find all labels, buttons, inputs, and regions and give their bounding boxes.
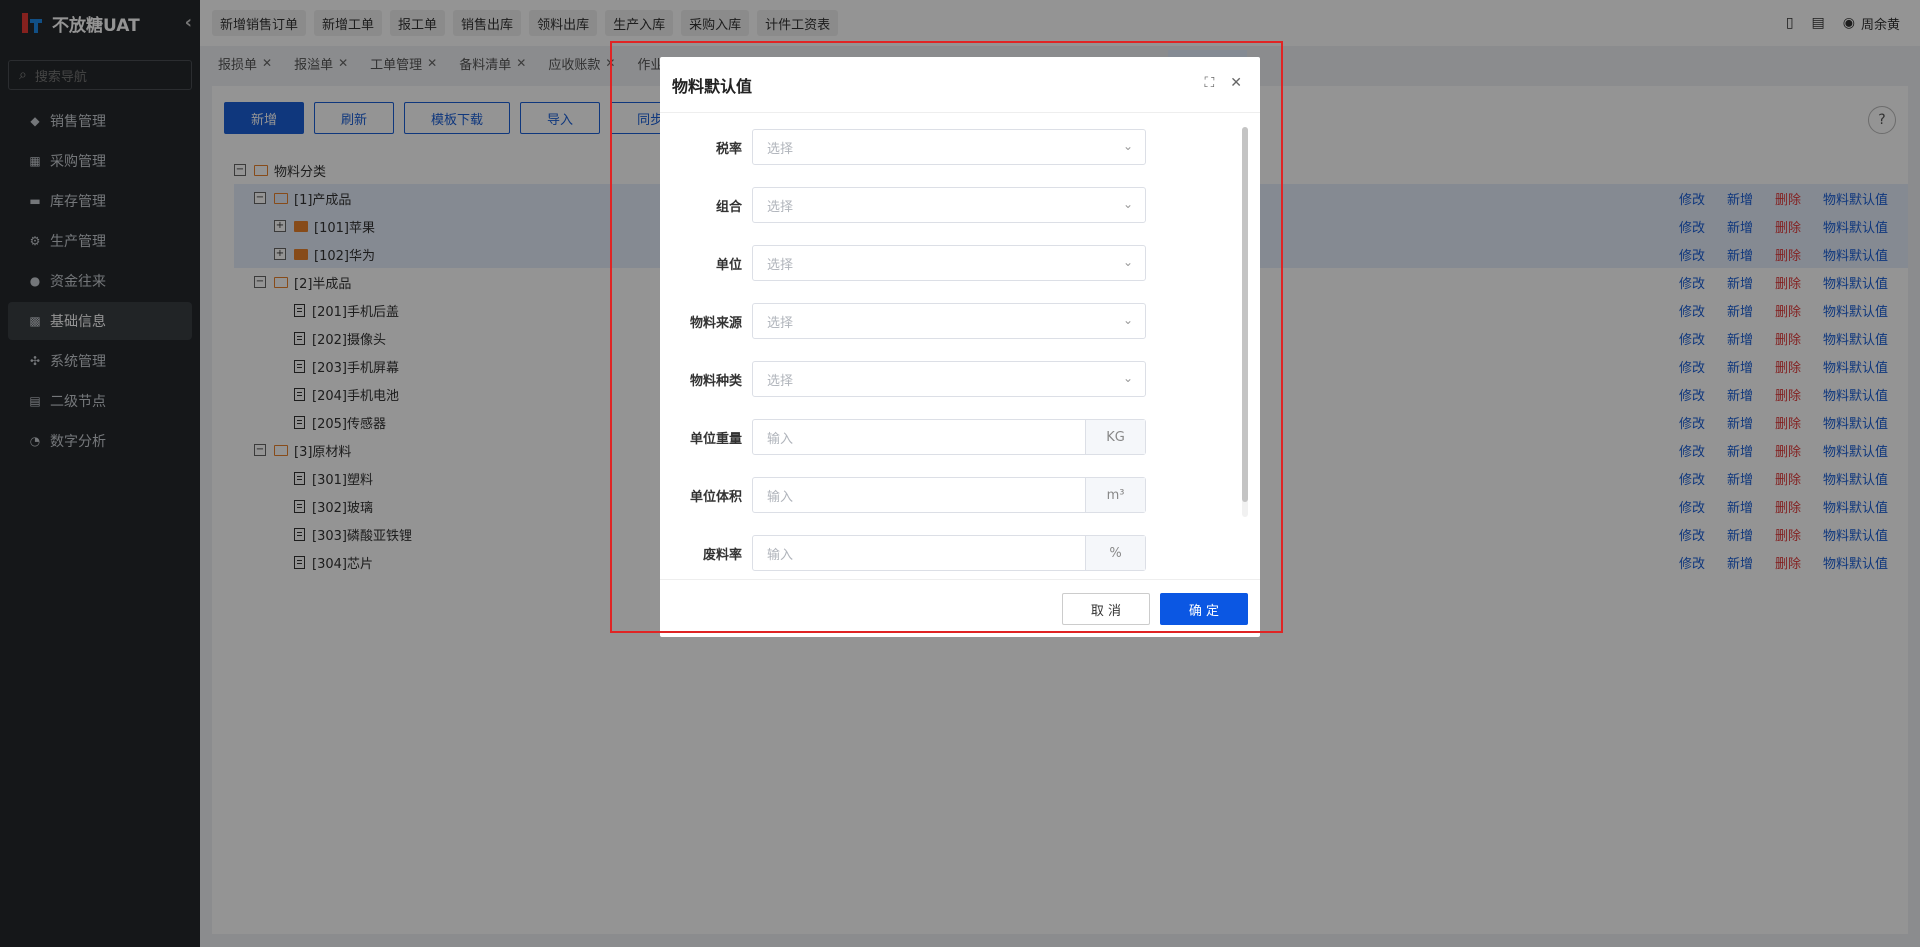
form-row: 物料种类 选择 ⌄ bbox=[660, 360, 1146, 398]
cancel-button[interactable]: 取 消 bbox=[1062, 593, 1150, 625]
field-label: 物料来源 bbox=[689, 315, 742, 331]
scrollbar-thumb[interactable] bbox=[1242, 127, 1248, 502]
unit-addon: m³ bbox=[1085, 478, 1145, 512]
select-placeholder: 选择 bbox=[767, 373, 794, 389]
input-placeholder: 输入 bbox=[767, 431, 794, 447]
form-row: 单位体积 输入 m³ bbox=[660, 476, 1146, 514]
close-icon[interactable]: ✕ bbox=[1230, 75, 1242, 91]
field-select-0[interactable]: 选择 ⌄ bbox=[752, 129, 1146, 165]
chevron-down-icon: ⌄ bbox=[1122, 313, 1133, 327]
field-input-6[interactable]: 输入 m³ bbox=[752, 477, 1146, 513]
modal-footer: 取 消 确 定 bbox=[660, 579, 1260, 637]
material-default-modal: 物料默认值 ⛶ ✕ 税率 选择 ⌄ 组合 选择 ⌄ 单位 选择 ⌄ 物料来源 选择 ⌄… bbox=[660, 57, 1260, 637]
unit-addon: KG bbox=[1085, 420, 1145, 454]
modal-body: 税率 选择 ⌄ 组合 选择 ⌄ 单位 选择 ⌄ 物料来源 选择 ⌄ 物料种类 选择 ⌄ 单… bbox=[660, 114, 1260, 578]
field-input-7[interactable]: 输入 % bbox=[752, 535, 1146, 571]
select-placeholder: 选择 bbox=[767, 199, 794, 215]
input-placeholder: 输入 bbox=[767, 489, 794, 505]
field-label: 组合 bbox=[715, 199, 742, 215]
form-row: 物料来源 选择 ⌄ bbox=[660, 302, 1146, 340]
field-select-4[interactable]: 选择 ⌄ bbox=[752, 361, 1146, 397]
chevron-down-icon: ⌄ bbox=[1122, 139, 1133, 153]
chevron-down-icon: ⌄ bbox=[1122, 255, 1133, 269]
form-row: 税率 选择 ⌄ bbox=[660, 128, 1146, 166]
select-placeholder: 选择 bbox=[767, 315, 794, 331]
modal-header: 物料默认值 ⛶ ✕ bbox=[660, 57, 1260, 113]
select-placeholder: 选择 bbox=[767, 141, 794, 157]
confirm-button[interactable]: 确 定 bbox=[1160, 593, 1248, 625]
field-label: 废料率 bbox=[702, 547, 742, 563]
modal-scrollbar[interactable] bbox=[1242, 127, 1248, 517]
chevron-down-icon: ⌄ bbox=[1122, 371, 1133, 385]
field-select-3[interactable]: 选择 ⌄ bbox=[752, 303, 1146, 339]
field-label: 单位重量 bbox=[689, 431, 742, 447]
form-row: 废料率 输入 % bbox=[660, 534, 1146, 572]
field-label: 单位 bbox=[715, 257, 742, 273]
input-placeholder: 输入 bbox=[767, 547, 794, 563]
modal-title: 物料默认值 bbox=[672, 76, 753, 96]
field-label: 物料种类 bbox=[689, 373, 742, 389]
form-row: 单位 选择 ⌄ bbox=[660, 244, 1146, 282]
field-label: 税率 bbox=[715, 141, 742, 157]
select-placeholder: 选择 bbox=[767, 257, 794, 273]
field-label: 单位体积 bbox=[689, 489, 742, 505]
field-select-1[interactable]: 选择 ⌄ bbox=[752, 187, 1146, 223]
form-row: 组合 选择 ⌄ bbox=[660, 186, 1146, 224]
field-select-2[interactable]: 选择 ⌄ bbox=[752, 245, 1146, 281]
fullscreen-icon[interactable]: ⛶ bbox=[1204, 75, 1214, 91]
field-input-5[interactable]: 输入 KG bbox=[752, 419, 1146, 455]
form-row: 单位重量 输入 KG bbox=[660, 418, 1146, 456]
chevron-down-icon: ⌄ bbox=[1122, 197, 1133, 211]
unit-addon: % bbox=[1085, 536, 1145, 570]
